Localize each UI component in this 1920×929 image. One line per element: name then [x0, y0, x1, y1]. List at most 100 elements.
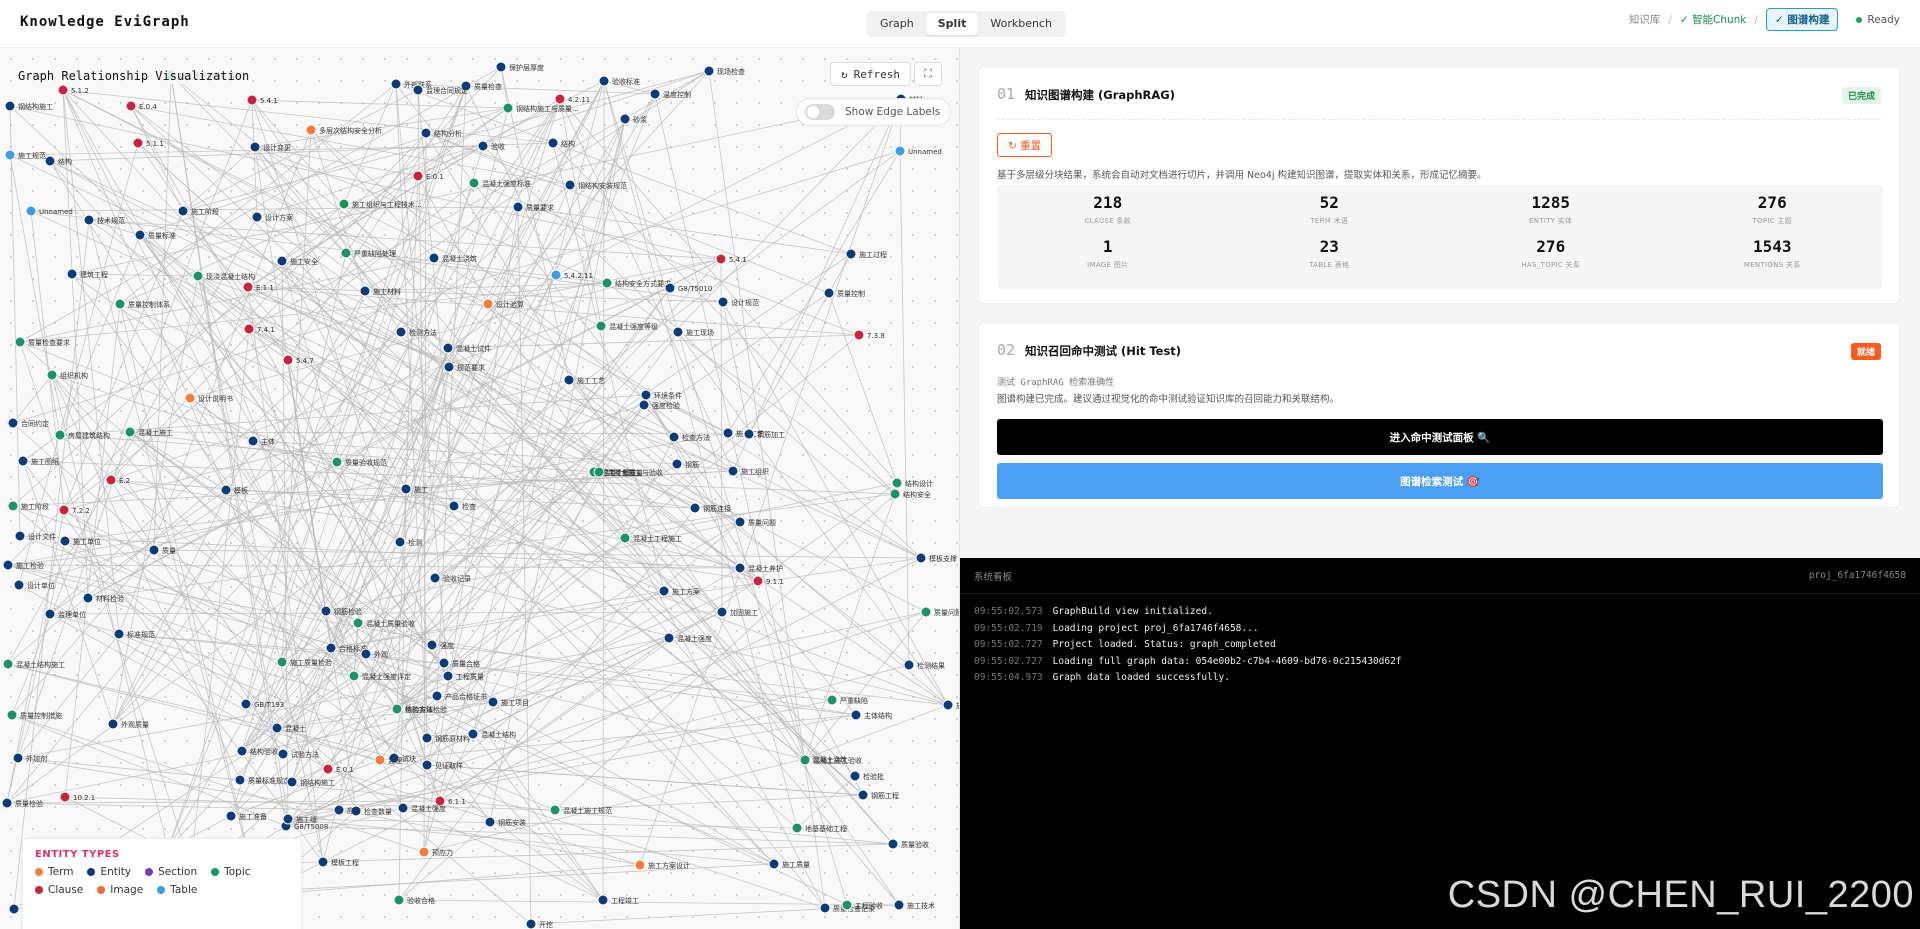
breadcrumb-root[interactable]: 知识库: [1629, 12, 1661, 27]
graph-node-circle[interactable]: [791, 822, 803, 834]
graph-search-test-button[interactable]: 图谱检索测试 🎯: [997, 463, 1883, 499]
graph-node[interactable]: 5.1.1: [132, 137, 164, 149]
graph-node-circle[interactable]: [7, 417, 19, 429]
graph-node[interactable]: 质量问题: [920, 606, 960, 618]
graph-node[interactable]: 设计方案: [251, 211, 293, 223]
graph-node[interactable]: 规范要求: [443, 361, 485, 373]
graph-node-circle[interactable]: [601, 277, 613, 289]
graph-node[interactable]: 施工规范: [4, 149, 46, 161]
graph-node[interactable]: 验收标准: [598, 75, 640, 87]
graph-node[interactable]: 施工过程: [845, 248, 887, 260]
graph-node-circle[interactable]: [276, 656, 288, 668]
graph-node-circle[interactable]: [46, 369, 58, 381]
graph-node-circle[interactable]: [134, 229, 146, 241]
graph-node-circle[interactable]: [17, 455, 29, 467]
graph-node-circle[interactable]: [619, 532, 631, 544]
graph-node[interactable]: 工程验收: [841, 899, 883, 911]
graph-node-circle[interactable]: [360, 648, 372, 660]
graph-node-circle[interactable]: [66, 268, 78, 280]
graph-node-circle[interactable]: [920, 606, 932, 618]
graph-node-circle[interactable]: [664, 282, 676, 294]
graph-node[interactable]: 钢结构施工: [286, 776, 335, 788]
graph-node-circle[interactable]: [7, 500, 19, 512]
graph-node[interactable]: 严重缺陷: [826, 694, 868, 706]
graph-node-circle[interactable]: [57, 84, 69, 96]
graph-node[interactable]: 验收合格: [393, 894, 435, 906]
graph-node-circle[interactable]: [44, 608, 56, 620]
graph-node[interactable]: 质量控制措施: [6, 709, 62, 721]
graph-node[interactable]: 检查方法: [668, 431, 710, 443]
graph-node-circle[interactable]: [125, 100, 137, 112]
graph-node-circle[interactable]: [59, 535, 71, 547]
graph-node-circle[interactable]: [671, 458, 683, 470]
graph-node-circle[interactable]: [107, 718, 119, 730]
graph-node-circle[interactable]: [58, 504, 70, 516]
graph-node[interactable]: 钢结构施工与质量...: [502, 102, 579, 114]
graph-node[interactable]: 7.3.8: [853, 329, 885, 341]
graph-node[interactable]: 预应力: [418, 846, 453, 858]
graph-node-circle[interactable]: [482, 298, 494, 310]
graph-node[interactable]: 监理合同规定: [412, 84, 468, 96]
graph-node-circle[interactable]: [394, 536, 406, 548]
graph-node-circle[interactable]: [894, 145, 906, 157]
graph-node[interactable]: 强度检验: [638, 399, 680, 411]
graph-node-circle[interactable]: [845, 248, 857, 260]
tab-graph[interactable]: Graph: [868, 13, 926, 35]
graph-node[interactable]: 质量验收: [887, 838, 929, 850]
graph-node[interactable]: 施工准备: [225, 810, 267, 822]
graph-node-circle[interactable]: [322, 763, 334, 775]
graph-node[interactable]: 检查: [448, 500, 476, 512]
graph-node-circle[interactable]: [2, 658, 14, 670]
graph-node-circle[interactable]: [563, 374, 575, 386]
graph-node[interactable]: 标准规范: [113, 628, 155, 640]
graph-node-circle[interactable]: [850, 709, 862, 721]
graph-node-circle[interactable]: [247, 435, 259, 447]
tab-split[interactable]: Split: [925, 13, 979, 35]
graph-node-circle[interactable]: [4, 100, 16, 112]
graph-node-circle[interactable]: [640, 389, 652, 401]
graph-node[interactable]: 开挖: [525, 918, 553, 929]
graph-node-circle[interactable]: [234, 774, 246, 786]
graph-node-circle[interactable]: [487, 696, 499, 708]
graph-node-circle[interactable]: [277, 748, 289, 760]
graph-node-circle[interactable]: [428, 252, 440, 264]
graph-node-circle[interactable]: [421, 759, 433, 771]
graph-node[interactable]: 结构: [547, 137, 575, 149]
graph-node[interactable]: GB/T193: [240, 698, 284, 710]
graph-node[interactable]: 钢结构施工: [4, 100, 53, 112]
graph-node-circle[interactable]: [649, 88, 661, 100]
graph-node-circle[interactable]: [547, 137, 559, 149]
graph-node-circle[interactable]: [734, 516, 746, 528]
graph-node-circle[interactable]: [14, 336, 26, 348]
graph-node-circle[interactable]: [132, 137, 144, 149]
graph-panel[interactable]: 5.1.2E.0.4施工现场设备布置与...5.1.1设计变更多层次结构安全分析…: [0, 48, 960, 929]
graph-node-circle[interactable]: [1, 797, 13, 809]
graph-node-circle[interactable]: [393, 894, 405, 906]
graph-node[interactable]: 环境条件: [640, 389, 682, 401]
graph-node[interactable]: 地基基础工程: [791, 822, 847, 834]
graph-node[interactable]: 检测方法: [395, 326, 437, 338]
graph-node-circle[interactable]: [82, 592, 94, 604]
graph-node[interactable]: 5.4.1: [246, 94, 278, 106]
graph-node[interactable]: 验收: [477, 140, 505, 152]
graph-node[interactable]: 质量: [148, 544, 176, 556]
graph-node[interactable]: 模板工程: [317, 856, 359, 868]
graph-node[interactable]: 产品合格证书: [431, 690, 487, 702]
graph-node-circle[interactable]: [421, 732, 433, 744]
graph-node[interactable]: 混凝土强度等级: [595, 320, 658, 332]
graph-node-circle[interactable]: [598, 75, 610, 87]
graph-node-circle[interactable]: [595, 320, 607, 332]
graph-node-circle[interactable]: [286, 776, 298, 788]
graph-node-circle[interactable]: [220, 484, 232, 496]
graph-node-circle[interactable]: [184, 392, 196, 404]
graph-node-circle[interactable]: [320, 605, 332, 617]
graph-node[interactable]: 外加剂: [12, 752, 47, 764]
graph-node-circle[interactable]: [889, 488, 901, 500]
graph-node-circle[interactable]: [359, 285, 371, 297]
graph-node-circle[interactable]: [715, 253, 727, 265]
graph-node[interactable]: 施工检验: [2, 559, 44, 571]
graph-node-circle[interactable]: [717, 296, 729, 308]
graph-node-circle[interactable]: [467, 728, 479, 740]
graph-node-circle[interactable]: [6, 709, 18, 721]
graph-node-circle[interactable]: [495, 61, 507, 73]
